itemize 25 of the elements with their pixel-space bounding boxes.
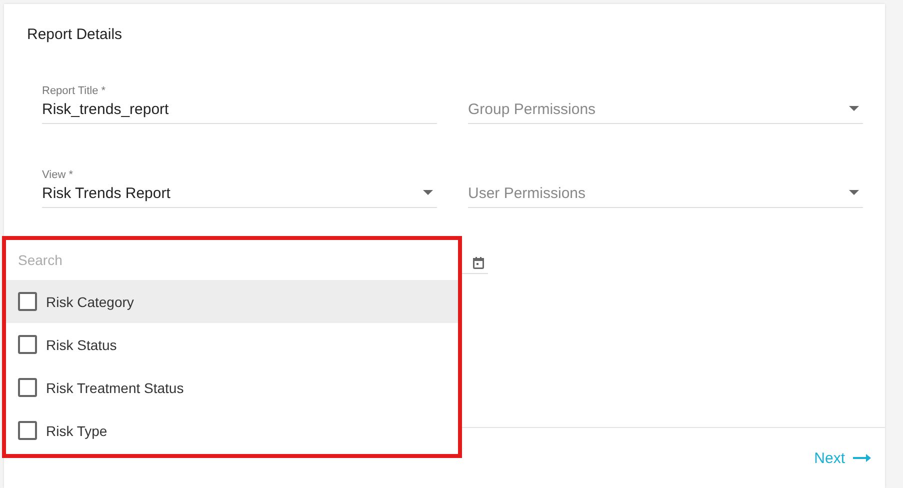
checkbox[interactable] [18,335,37,354]
select-field[interactable]: User Permissions [468,158,863,208]
field-label: Report Title * [42,85,107,97]
text-field[interactable]: Report Title * Risk_trends_report [42,74,437,124]
option-label: Risk Treatment Status [46,380,184,396]
option-label: Risk Category [46,294,134,310]
dropdown-option[interactable]: Risk Category [6,280,458,323]
caret-icon [849,106,859,111]
field-placeholder: User Permissions [468,185,586,202]
caret-icon [423,190,433,195]
field-placeholder: Group Permissions [468,101,596,118]
arrow-right-icon [853,454,871,462]
field-label: View * [42,169,74,181]
select-field[interactable]: View * Risk Trends Report [42,158,437,208]
field-value: Risk Trends Report [42,185,170,202]
option-label: Risk Status [46,336,117,352]
calendar-icon[interactable] [473,256,484,268]
checkbox[interactable] [18,292,37,311]
checkbox[interactable] [18,421,37,440]
checkbox[interactable] [18,378,37,397]
select-field[interactable]: Group Permissions [468,74,863,124]
section-title: Report Details [26,25,124,45]
option-label: Risk Type [46,422,108,438]
field-value: Risk_trends_report [42,101,169,118]
caret-icon [849,190,859,195]
